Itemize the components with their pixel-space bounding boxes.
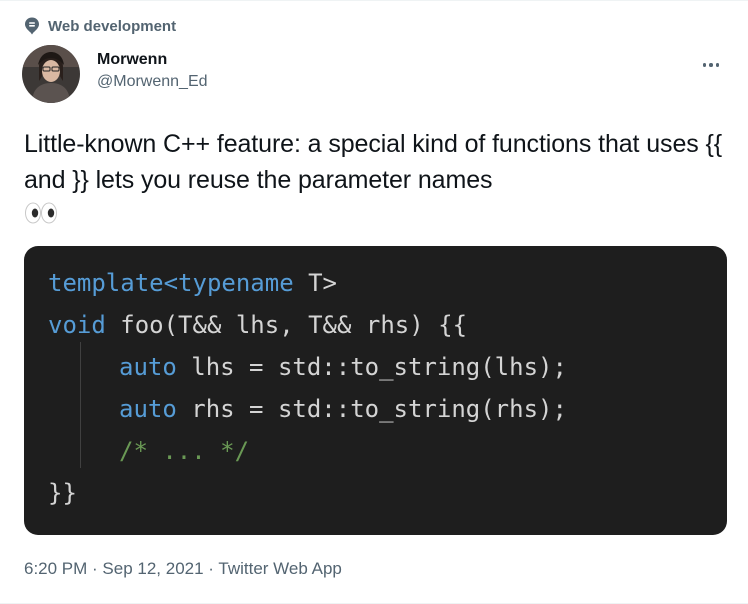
more-dot [715,63,720,67]
more-dot [702,63,707,67]
code-line: template<typename T> [24,262,727,304]
tweet: Web development Morwenn @Morwenn_Ed Litt… [0,0,748,604]
author-display-name[interactable]: Morwenn [97,51,208,69]
code-token: auto [119,353,192,381]
tweet-meta: 6:20 PM · Sep 12, 2021 · Twitter Web App [24,559,342,579]
topic-pin-icon [24,17,40,35]
more-horizontal-icon[interactable] [696,55,726,75]
tweet-text-body: Little-known C++ feature: a special kind… [24,130,722,194]
code-token: rhs = std::to_string(rhs); [191,395,567,423]
social-context[interactable]: Web development [24,17,176,35]
eyes-emoji-icon [24,199,58,235]
tweet-source[interactable]: Twitter Web App [218,559,341,578]
code-line: void foo(T&& lhs, T&& rhs) {{ [24,304,727,346]
more-dot [709,63,713,67]
code-token: T> [308,269,337,297]
code-token: /* ... */ [119,437,250,465]
avatar[interactable] [22,45,80,103]
code-token: }} [48,479,77,507]
code-line: auto rhs = std::to_string(rhs); [24,388,727,430]
meta-separator: · [87,559,103,578]
code-line: }} [24,472,727,514]
code-image[interactable]: template<typename T> void foo(T&& lhs, T… [24,246,727,535]
tweet-header: Morwenn @Morwenn_Ed [22,45,732,105]
meta-separator: · [203,559,219,578]
tweet-time[interactable]: 6:20 PM [24,559,87,578]
code-token: lhs = std::to_string(lhs); [191,353,567,381]
code-line: auto lhs = std::to_string(lhs); [24,346,727,388]
tweet-text: Little-known C++ feature: a special kind… [24,126,724,235]
tweet-date[interactable]: Sep 12, 2021 [102,559,203,578]
code-token: auto [119,395,192,423]
code-token: void [48,311,121,339]
code-token: template<typename [48,269,309,297]
code-token: foo(T&& lhs, T&& rhs) {{ [120,311,468,339]
author-handle[interactable]: @Morwenn_Ed [97,73,208,91]
code-line: /* ... */ [24,430,727,472]
author-names: Morwenn @Morwenn_Ed [97,51,208,91]
social-context-label: Web development [48,17,177,35]
